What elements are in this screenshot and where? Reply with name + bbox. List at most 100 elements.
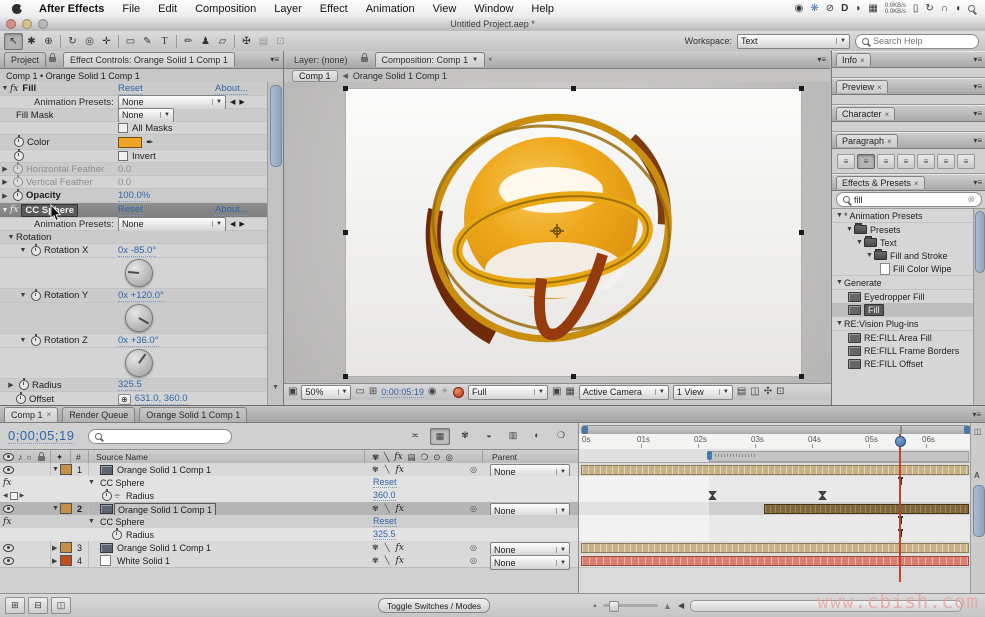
hand-tool[interactable]: ✱	[23, 34, 40, 49]
sync-icon[interactable]: ↻	[925, 3, 933, 14]
fx-switch-icon[interactable]: fx	[396, 504, 404, 514]
layer-handle[interactable]	[799, 86, 804, 91]
auto-keyframe-icon[interactable]: A	[974, 471, 980, 480]
collapse-switch-icon[interactable]: ✾	[372, 543, 379, 552]
layer-2-duration-bar[interactable]	[764, 504, 969, 514]
tree-item-presets[interactable]: ▼ Presets	[832, 223, 985, 236]
property-row-radius-2[interactable]: Radius 325.5	[0, 528, 578, 542]
info-panel-header[interactable]: Info × ▾≡	[832, 51, 985, 68]
fx-switch-icon[interactable]: fx	[396, 543, 404, 553]
twirl-open-icon[interactable]: ▼	[6, 234, 16, 241]
fx-switch-icon[interactable]: fx	[396, 465, 404, 475]
radius-stopwatch-icon[interactable]	[112, 530, 122, 540]
layer-4-duration-bar[interactable]	[581, 556, 969, 566]
effect-name[interactable]: CC Sphere	[100, 515, 145, 528]
tree-item-fill-color-wipe[interactable]: Fill Color Wipe	[832, 262, 985, 276]
align-center-button[interactable]: ≡	[857, 154, 875, 169]
opacity-value[interactable]: 100.0%	[118, 190, 150, 202]
puppet-pin-tool[interactable]: ✠	[238, 34, 255, 49]
align-left-button[interactable]: ≡	[837, 154, 855, 169]
paragraph-panel-header[interactable]: Paragraph × ▾≡	[832, 132, 985, 149]
effect-row-cc-sphere-2[interactable]: fx ▼ CC Sphere Reset	[0, 515, 578, 529]
video-eye-icon[interactable]	[3, 544, 14, 552]
navigator-start-handle[interactable]	[582, 426, 588, 434]
clone-stamp-tool[interactable]: ♟	[197, 34, 214, 49]
fill-reset-link[interactable]: Reset	[118, 83, 143, 95]
layer-3-duration-bar[interactable]	[581, 543, 969, 553]
window-title-bar[interactable]: Untitled Project.aep *	[0, 17, 985, 32]
menu-effect[interactable]: Effect	[311, 3, 357, 15]
effect-controls-scrollbar[interactable]: ▼	[267, 82, 283, 405]
close-icon[interactable]: ×	[860, 56, 865, 65]
zoom-tool[interactable]: ⊕	[40, 34, 57, 49]
rotation-group-row[interactable]: ▼ Rotation	[0, 231, 268, 244]
camera-dropdown[interactable]: Active Camera ▼	[579, 385, 669, 400]
justify-last-right-button[interactable]: ≡	[937, 154, 955, 169]
fill-color-swatch[interactable]	[118, 137, 142, 148]
collapse-switch-icon[interactable]: ✾	[372, 465, 379, 474]
twirl-open-icon[interactable]: ▼	[88, 476, 95, 489]
time-ruler[interactable]: 0s 01s 02s 03s 04s 05s 06s	[579, 434, 971, 450]
panel-menu-icon[interactable]: ▾≡	[973, 109, 982, 118]
cc-sphere-about-link[interactable]: About...	[215, 204, 248, 216]
label-color-swatch[interactable]	[60, 503, 72, 514]
parent-column-header[interactable]: Parent	[492, 450, 517, 464]
tab-render-queue[interactable]: Render Queue	[62, 407, 135, 422]
camera-tool[interactable]: ◎	[81, 34, 98, 49]
menu-composition[interactable]: Composition	[186, 3, 265, 15]
effects-presets-panel-header[interactable]: Effects & Presets × ▾≡	[832, 174, 985, 191]
workspace-dropdown[interactable]: Text ▼	[737, 34, 850, 49]
twirl-open-icon[interactable]: ▼	[18, 292, 28, 299]
menu-view[interactable]: View	[424, 3, 466, 15]
preview-panel-header[interactable]: Preview × ▾≡	[832, 78, 985, 95]
effect-row-cc-sphere-1[interactable]: fx ▼ CC Sphere Reset	[0, 476, 578, 490]
fill-mask-dropdown[interactable]: None ▼	[118, 108, 174, 123]
eraser-tool[interactable]: ▱	[214, 34, 231, 49]
panel-menu-icon[interactable]: ▾≡	[270, 55, 279, 64]
offset-crosshair-button[interactable]: ⊕	[118, 394, 131, 405]
hide-shy-layers-icon[interactable]: ◒	[480, 428, 498, 443]
tab-orange-solid-comp[interactable]: Orange Solid 1 Comp 1	[139, 407, 247, 422]
expand-inout-columns-icon[interactable]: ◫	[51, 597, 71, 614]
quality-switch-icon[interactable]: ╲	[385, 543, 390, 552]
zoom-out-icon[interactable]: ▲	[592, 603, 598, 609]
marker-shield-icon[interactable]: ◫	[974, 427, 982, 436]
rotation-x-dial[interactable]	[125, 259, 153, 287]
twirl-open-icon[interactable]: ▼	[0, 85, 10, 92]
rotation-x-value[interactable]: 0x -85.0°	[118, 245, 156, 257]
ghost-app-icon[interactable]: ◗	[855, 3, 861, 14]
panel-menu-icon[interactable]: ▾≡	[817, 55, 826, 64]
timeline-button-icon[interactable]: ▤	[737, 387, 746, 397]
layer-handle[interactable]	[343, 86, 348, 91]
twirl-closed-icon[interactable]: ▶	[52, 541, 57, 554]
live-update-icon[interactable]: ▦	[430, 428, 450, 445]
pickwhip-icon[interactable]: ◎	[470, 554, 477, 567]
frame-blending-icon[interactable]: ▥	[504, 428, 522, 443]
dock-app-icon[interactable]: D	[841, 3, 848, 14]
property-row-radius-1[interactable]: ◀ ▶ ⌯ Radius 360.0	[0, 489, 578, 503]
menu-layer[interactable]: Layer	[265, 3, 311, 15]
fill-about-link[interactable]: About...	[215, 83, 248, 95]
twirl-closed-icon[interactable]: ▶	[0, 178, 10, 186]
layer-handle[interactable]	[343, 374, 348, 379]
playhead-handle[interactable]	[895, 436, 906, 447]
opacity-stopwatch-icon[interactable]	[13, 191, 23, 201]
rotation-z-stopwatch-icon[interactable]	[31, 336, 41, 346]
tree-item-revision-plugins[interactable]: ▼ RE:Vision Plug-ins	[832, 316, 985, 331]
resolution-dropdown[interactable]: Full ▼	[468, 385, 548, 400]
effect-reset-link[interactable]: Reset	[373, 516, 397, 527]
layer-row-3[interactable]: ▶ 3 Orange Solid 1 Comp 1 ✾ ╲ fx ◎ None …	[0, 541, 578, 555]
current-time-display[interactable]: 0;00;05;19	[8, 428, 74, 444]
property-name[interactable]: Radius	[126, 489, 154, 502]
tree-item-refill-frame-borders[interactable]: RE:FILL Frame Borders	[832, 344, 985, 357]
rotation-y-stopwatch-icon[interactable]	[31, 291, 41, 301]
collapse-switch-icon[interactable]: ✾	[372, 556, 379, 565]
layer-row-4[interactable]: ▶ 4 White Solid 1 ✾ ╲ fx ◎ None ▼	[0, 554, 578, 568]
pen-tool[interactable]: ✎	[139, 34, 156, 49]
spotlight-search-icon[interactable]	[968, 5, 975, 12]
composition-canvas[interactable]	[345, 88, 802, 377]
menu-help[interactable]: Help	[522, 3, 563, 15]
panel-lock-icon[interactable]	[49, 57, 56, 62]
layer-handle[interactable]	[799, 230, 804, 235]
volume-icon[interactable]: ◖	[955, 3, 961, 14]
